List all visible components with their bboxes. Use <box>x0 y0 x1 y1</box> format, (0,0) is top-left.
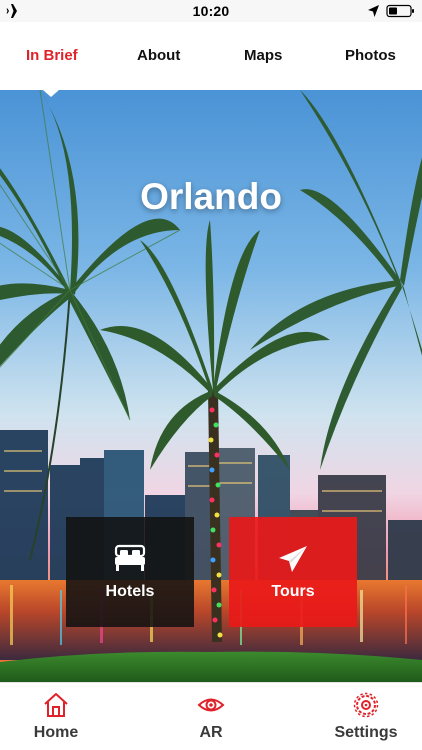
city-title: Orlando <box>140 176 282 217</box>
nav-settings-label: Settings <box>334 724 398 741</box>
eye-icon <box>197 698 225 712</box>
hotels-button[interactable]: Hotels <box>66 517 194 627</box>
tab-in-brief[interactable]: In Brief <box>26 47 78 64</box>
tab-photos[interactable]: Photos <box>345 47 396 64</box>
house-icon <box>44 693 68 717</box>
active-tab-indicator <box>43 90 59 97</box>
hotels-label: Hotels <box>105 583 155 600</box>
tab-about[interactable]: About <box>137 47 180 64</box>
nav-home-label: Home <box>33 724 79 741</box>
nav-home[interactable]: Home <box>1 683 111 750</box>
bed-icon <box>114 544 146 571</box>
tours-label: Tours <box>271 583 315 600</box>
bottom-tab-bar: Home AR Settings <box>0 682 422 750</box>
tours-button[interactable]: Tours <box>229 517 357 627</box>
status-bar: 10:20 <box>0 0 422 22</box>
nav-ar-label: AR <box>199 724 223 741</box>
status-time: 10:20 <box>192 3 230 19</box>
nav-settings[interactable]: Settings <box>311 683 421 750</box>
section-tabs: In Brief About Maps Photos <box>0 22 422 90</box>
hero-image: Orlando Hotels Tours <box>0 90 422 682</box>
nav-ar[interactable]: AR <box>156 683 266 750</box>
battery-icon <box>386 4 414 18</box>
gear-icon <box>353 692 379 718</box>
location-arrow-icon <box>368 5 379 17</box>
paper-plane-icon <box>279 546 307 572</box>
tab-maps[interactable]: Maps <box>244 47 282 64</box>
